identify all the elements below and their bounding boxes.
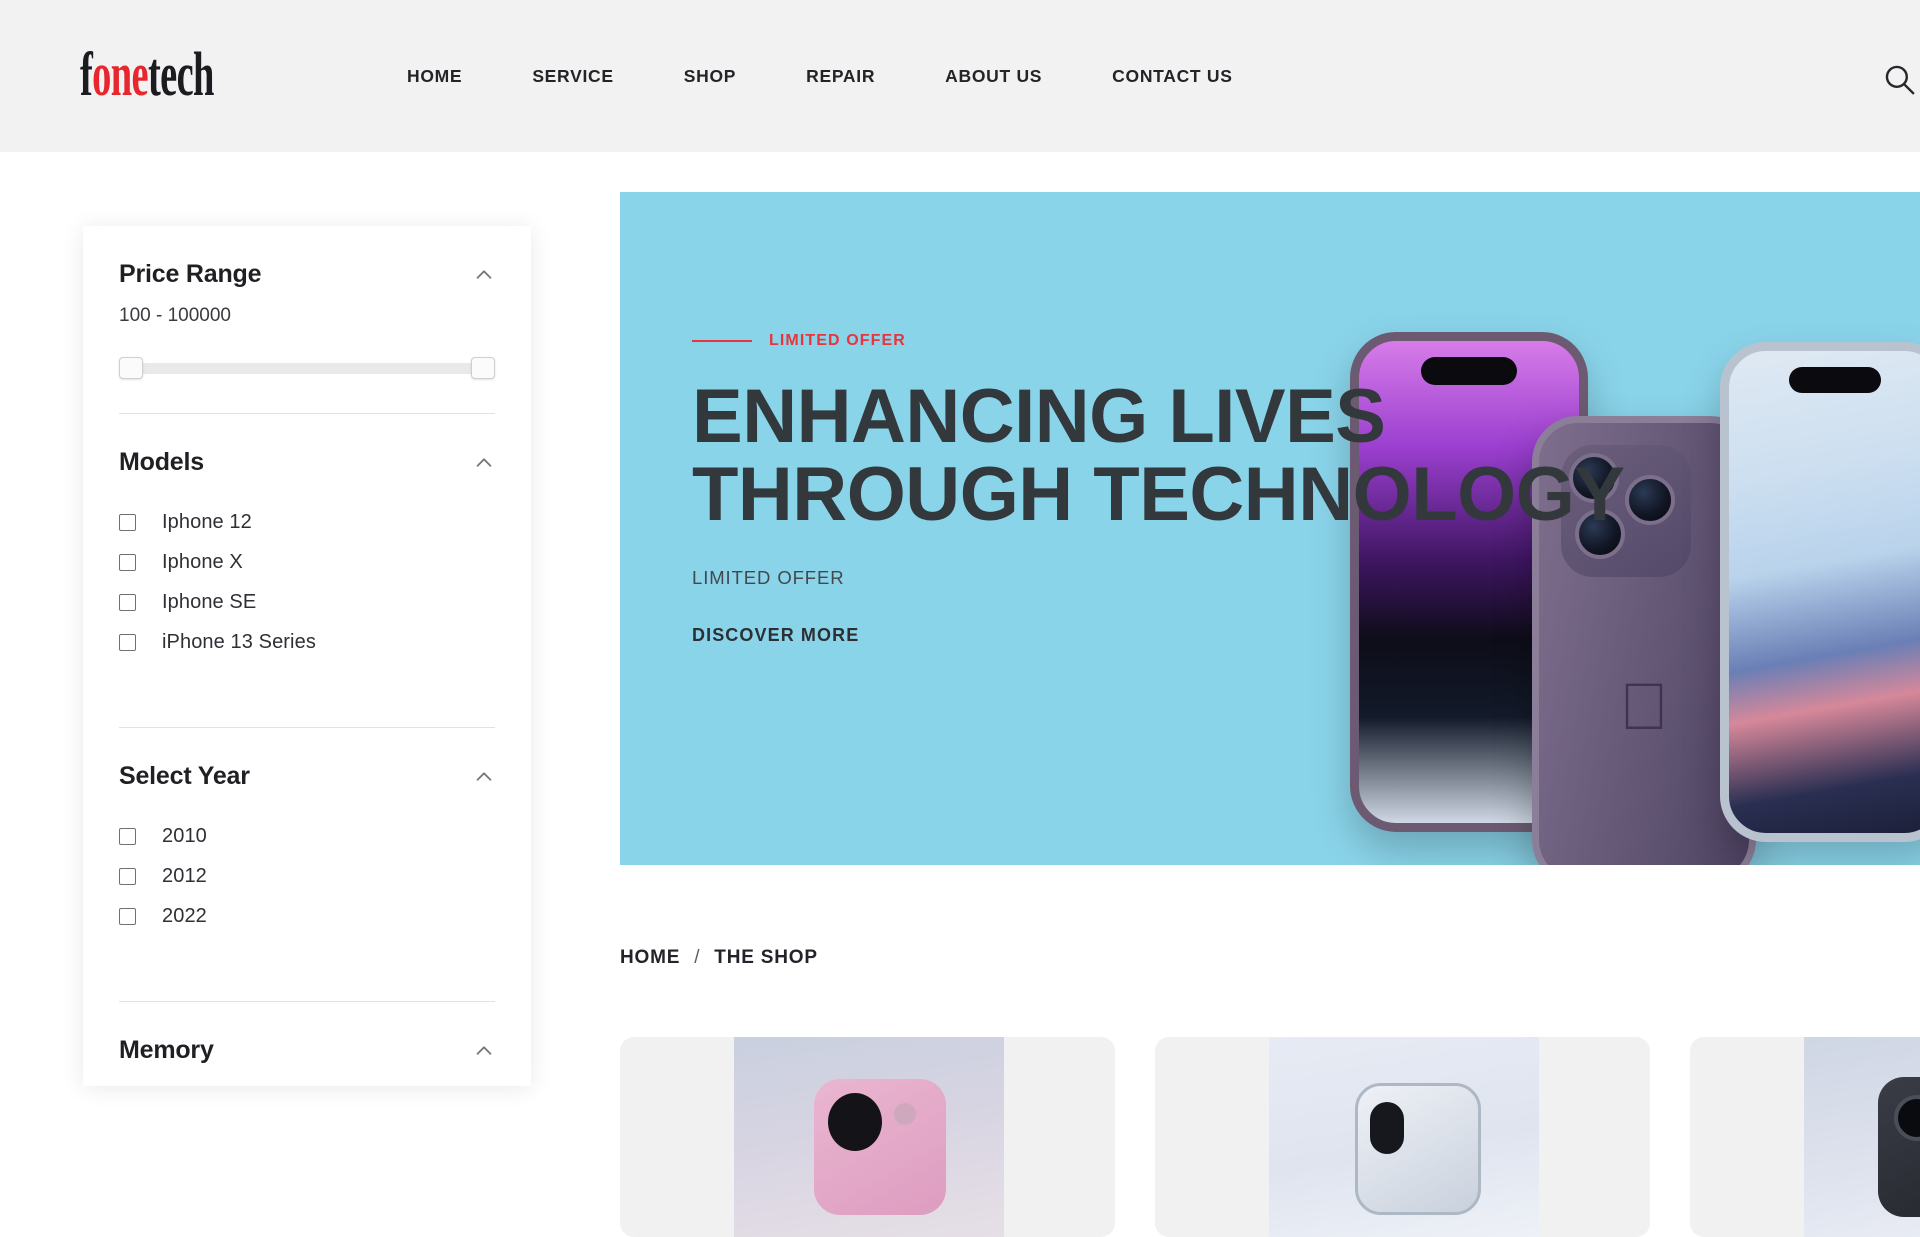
chevron-up-icon[interactable] [473, 1040, 495, 1062]
checkbox-row-iphone-x[interactable]: Iphone X [119, 551, 495, 574]
main-navigation: HOME SERVICE SHOP REPAIR ABOUT US CONTAC… [372, 0, 1268, 152]
breadcrumb-item-home[interactable]: HOME [620, 947, 680, 969]
breadcrumb-separator: / [694, 947, 701, 968]
product-image [1804, 1037, 1920, 1237]
hero-eyebrow-label: LIMITED OFFER [769, 332, 906, 349]
checkbox-row-2022[interactable]: 2022 [119, 905, 495, 928]
nav-item-about-us[interactable]: ABOUT US [910, 66, 1077, 87]
checkbox-row-iphone-12[interactable]: Iphone 12 [119, 511, 495, 534]
checkbox-iphone-se[interactable] [119, 594, 136, 611]
hero-title: ENHANCING LIVES THROUGH TECHNOLOGY [692, 374, 1625, 537]
price-range-slider[interactable] [119, 357, 495, 379]
nav-item-contact-us[interactable]: CONTACT US [1077, 66, 1267, 87]
checkbox-row-iphone-se[interactable]: Iphone SE [119, 591, 495, 614]
camera-lens [1894, 1095, 1920, 1141]
checkbox-2010[interactable] [119, 828, 136, 845]
chevron-up-icon[interactable] [473, 766, 495, 788]
checkbox-label: Iphone X [162, 551, 243, 573]
chevron-up-icon[interactable] [473, 264, 495, 286]
product-card[interactable] [620, 1037, 1115, 1237]
slider-track [129, 363, 485, 374]
price-range-value: 100 - 100000 [119, 305, 231, 326]
breadcrumb-item-the-shop: THE SHOP [714, 947, 818, 968]
checkbox-label: 2010 [162, 825, 207, 847]
search-icon[interactable] [1882, 62, 1916, 96]
camera-lens [828, 1093, 882, 1151]
filter-sidebar: Price Range 100 - 100000 Models Iphone 1… [83, 226, 531, 1086]
checkbox-row-2012[interactable]: 2012 [119, 865, 495, 888]
slider-handle-min[interactable] [119, 357, 143, 379]
logo-part-1: f [80, 41, 93, 109]
select-year-options: 2010 2012 2022 [119, 825, 495, 967]
filter-section-price-range: Price Range 100 - 100000 [119, 226, 495, 414]
product-card[interactable] [1155, 1037, 1650, 1237]
notch [1789, 367, 1881, 393]
product-grid [620, 1037, 1920, 1237]
breadcrumb: HOME / THE SHOP [620, 947, 818, 969]
logo-part-3: tech [147, 41, 214, 109]
phone-camera-pink [814, 1079, 946, 1215]
checkbox-iphone-x[interactable] [119, 554, 136, 571]
checkbox-label: iPhone 13 Series [162, 631, 316, 653]
checkbox-label: Iphone 12 [162, 511, 252, 533]
checkbox-iphone-12[interactable] [119, 514, 136, 531]
hero-eyebrow: LIMITED OFFER [692, 332, 1692, 350]
memory-header[interactable]: Memory [119, 1036, 495, 1065]
product-image [734, 1037, 1004, 1237]
checkbox-label: 2022 [162, 905, 207, 927]
select-year-title: Select Year [119, 762, 250, 790]
phone-camera-dark [1878, 1077, 1920, 1217]
filter-section-select-year: Select Year 2010 2012 2022 [119, 728, 495, 1002]
nav-item-shop[interactable]: SHOP [649, 66, 771, 87]
filter-section-memory: Memory [119, 1002, 495, 1065]
checkbox-row-iphone-13-series[interactable]: iPhone 13 Series [119, 631, 495, 654]
checkbox-2012[interactable] [119, 868, 136, 885]
price-range-header[interactable]: Price Range [119, 260, 495, 289]
product-image [1269, 1037, 1539, 1237]
logo-part-2: one [92, 41, 148, 109]
nav-item-home[interactable]: HOME [372, 66, 497, 87]
chevron-up-icon[interactable] [473, 452, 495, 474]
camera-lens [1370, 1102, 1404, 1154]
checkbox-2022[interactable] [119, 908, 136, 925]
filter-section-models: Models Iphone 12 Iphone X Iphone SE iPho… [119, 414, 495, 728]
brand-logo[interactable]: fonetech [80, 44, 214, 106]
site-header: fonetech HOME SERVICE SHOP REPAIR ABOUT … [0, 0, 1920, 152]
select-year-header[interactable]: Select Year [119, 762, 495, 791]
memory-title: Memory [119, 1036, 214, 1064]
checkbox-label: Iphone SE [162, 591, 257, 613]
product-card[interactable] [1690, 1037, 1920, 1237]
camera-flash [894, 1103, 916, 1125]
models-options: Iphone 12 Iphone X Iphone SE iPhone 13 S… [119, 511, 495, 693]
apple-logo-icon:  [1619, 673, 1669, 739]
eyebrow-dash [692, 340, 752, 342]
slider-handle-max[interactable] [471, 357, 495, 379]
price-range-title: Price Range [119, 260, 262, 288]
phone-front-blue [1720, 342, 1920, 842]
nav-item-service[interactable]: SERVICE [497, 66, 648, 87]
checkbox-iphone-13-series[interactable] [119, 634, 136, 651]
checkbox-label: 2012 [162, 865, 207, 887]
hero-subtitle: LIMITED OFFER [692, 567, 845, 589]
page-body: Price Range 100 - 100000 Models Iphone 1… [0, 152, 1920, 1237]
checkbox-row-2010[interactable]: 2010 [119, 825, 495, 848]
nav-item-repair[interactable]: REPAIR [771, 66, 910, 87]
models-title: Models [119, 448, 204, 476]
discover-more-button[interactable]: DISCOVER MORE [692, 625, 859, 646]
phone-camera-silver [1355, 1083, 1481, 1215]
hero-content: LIMITED OFFER ENHANCING LIVES THROUGH TE… [692, 332, 1692, 646]
hero-banner:  LIMITED OFFER ENHANCING LIVES THROUGH … [620, 192, 1920, 865]
models-header[interactable]: Models [119, 448, 495, 477]
